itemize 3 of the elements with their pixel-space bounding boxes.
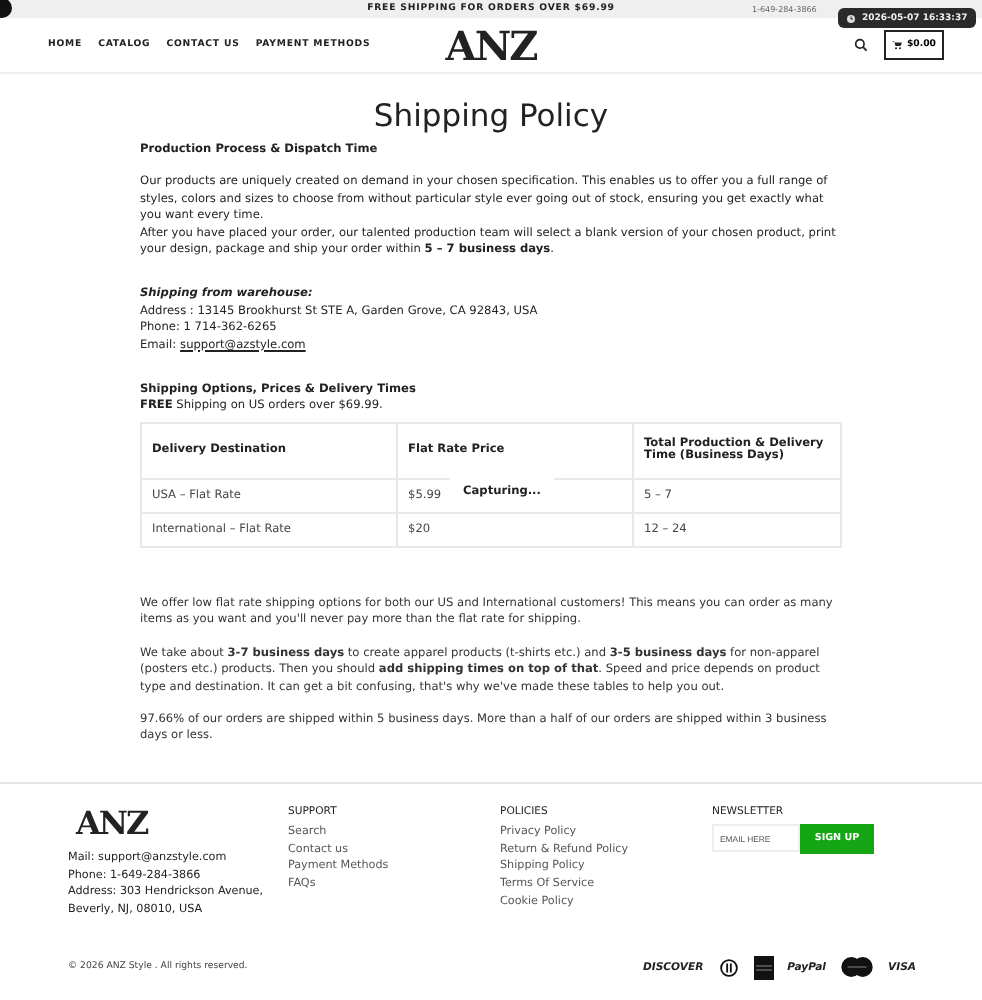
footer-logo[interactable]: ANZ [76, 804, 288, 842]
logo[interactable]: ANZ [445, 21, 537, 69]
page-title: Shipping Policy [371, 98, 611, 134]
